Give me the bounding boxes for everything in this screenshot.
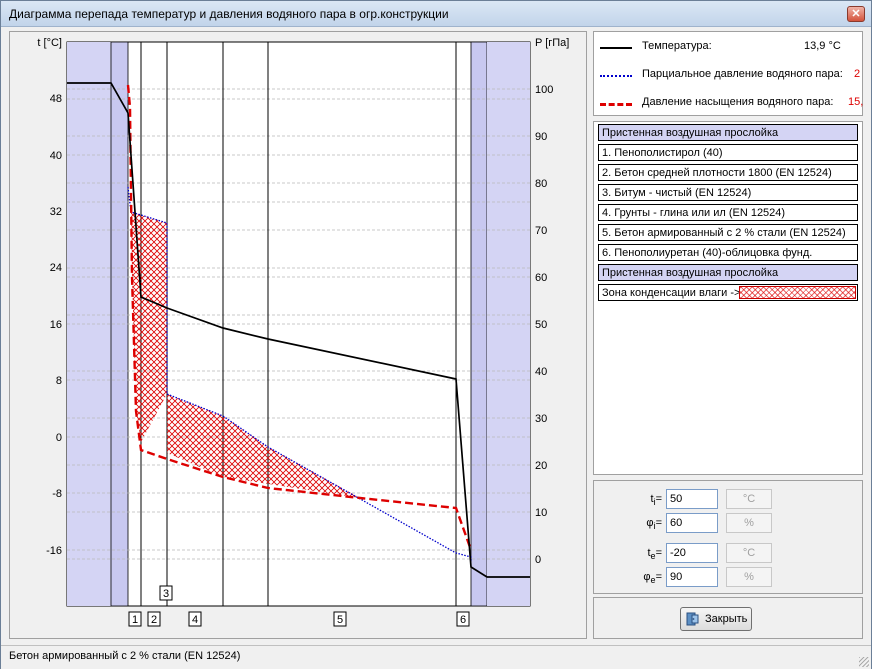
te-unit: °C — [726, 543, 772, 563]
layer-item-5[interactable]: 5. Бетон армированный с 2 % стали (EN 12… — [598, 224, 858, 241]
legend-partial-value: 2 — [854, 68, 861, 80]
right-panel: Температура: 13,9 °C Парциальное давлени… — [593, 31, 863, 639]
close-button-label: Закрыть — [705, 613, 748, 625]
layer-item-4[interactable]: 4. Грунты - глина или ил (EN 12524) — [598, 204, 858, 221]
left-tick: 8 — [56, 375, 62, 387]
ti-unit: °C — [726, 489, 772, 509]
right-tick: 60 — [535, 272, 547, 284]
layer-marker-5: 5 — [337, 614, 343, 626]
left-tick: 24 — [50, 262, 62, 274]
param-ti: ti= °C — [594, 489, 864, 511]
right-tick: 30 — [535, 413, 547, 425]
legend-saturation-label: Давление насыщения водяного пара: — [642, 96, 834, 108]
left-tick: -16 — [46, 545, 62, 557]
status-text: Бетон армированный с 2 % стали (EN 12524… — [9, 650, 241, 662]
layer-marker-4: 4 — [192, 614, 198, 626]
left-tick: -8 — [52, 488, 62, 500]
layer-item-air-inner[interactable]: Пристенная воздушная прослойка — [598, 124, 858, 141]
layer-item-1[interactable]: 1. Пенополистирол (40) — [598, 144, 858, 161]
condensation-swatch — [739, 286, 856, 299]
layer-item-air-outer[interactable]: Пристенная воздушная прослойка — [598, 264, 858, 281]
legend: Температура: 13,9 °C Парциальное давлени… — [593, 31, 863, 116]
window-title: Диаграмма перепада температур и давления… — [9, 7, 449, 21]
right-tick: 80 — [535, 178, 547, 190]
legend-temperature-value: 13,9 °C — [804, 40, 841, 52]
param-phii-label: φi= — [646, 517, 662, 532]
phie-input[interactable] — [666, 567, 718, 587]
layer-marker-3: 3 — [163, 588, 169, 600]
layer-marker-6: 6 — [460, 614, 466, 626]
phie-unit: % — [726, 567, 772, 587]
right-tick: 40 — [535, 366, 547, 378]
left-tick: 32 — [50, 206, 62, 218]
left-tick: 40 — [50, 150, 62, 162]
legend-partial-label: Парциальное давление водяного пара: — [642, 68, 843, 80]
close-area: Закрыть — [593, 597, 863, 639]
param-phie-label: φe= — [643, 571, 662, 586]
window-close-button[interactable]: ✕ — [847, 6, 865, 22]
close-button[interactable]: Закрыть — [680, 607, 752, 631]
layers-list: Пристенная воздушная прослойка 1. Пенопо… — [593, 121, 863, 475]
condensation-legend: Зона конденсации влаги -> — [598, 284, 858, 301]
parameters-panel: ti= °C φi= % te= °C φe= % — [593, 480, 863, 594]
exit-door-icon — [686, 612, 699, 626]
layer-item-6[interactable]: 6. Пенополиуретан (40)-облицовка фунд. — [598, 244, 858, 261]
legend-temperature-label: Температура: — [642, 40, 712, 52]
left-axis-label: t [°C] — [37, 37, 62, 49]
legend-partial: Парциальное давление водяного пара: 2 — [600, 68, 860, 84]
right-tick: 90 — [535, 131, 547, 143]
param-ti-label: ti= — [650, 493, 663, 508]
right-tick: 20 — [535, 460, 547, 472]
dialog-window: Диаграмма перепада температур и давления… — [0, 0, 872, 669]
phii-input[interactable] — [666, 513, 718, 533]
param-te-label: te= — [647, 547, 662, 562]
right-tick: 100 — [535, 84, 553, 96]
param-phii: φi= % — [594, 513, 864, 535]
temperature-pressure-chart: t [°C] 48 40 32 24 16 8 0 -8 -16 P [гПа]… — [37, 37, 569, 627]
layer-item-3[interactable]: 3. Битум - чистый (EN 12524) — [598, 184, 858, 201]
te-input[interactable] — [666, 543, 718, 563]
legend-saturation: Давление насыщения водяного пара: 15, — [600, 96, 864, 112]
phii-unit: % — [726, 513, 772, 533]
condensation-label: Зона конденсации влаги -> — [602, 287, 741, 299]
left-axis: t [°C] 48 40 32 24 16 8 0 -8 -16 — [37, 37, 62, 557]
legend-saturation-value: 15, — [848, 96, 864, 108]
resize-grip-icon[interactable] — [859, 657, 869, 667]
layer-marker-2: 2 — [151, 614, 157, 626]
chart-panel: t [°C] 48 40 32 24 16 8 0 -8 -16 P [гПа]… — [9, 31, 587, 639]
status-bar: Бетон армированный с 2 % стали (EN 12524… — [1, 645, 871, 669]
title-bar[interactable]: Диаграмма перепада температур и давления… — [1, 1, 871, 27]
param-phie: φe= % — [594, 567, 864, 589]
legend-temperature: Температура: 13,9 °C — [600, 40, 860, 56]
ti-input[interactable] — [666, 489, 718, 509]
left-tick: 48 — [50, 93, 62, 105]
right-tick: 70 — [535, 225, 547, 237]
param-te: te= °C — [594, 543, 864, 565]
right-tick: 0 — [535, 554, 541, 566]
right-tick: 10 — [535, 507, 547, 519]
left-tick: 0 — [56, 432, 62, 444]
left-tick: 16 — [50, 319, 62, 331]
right-tick: 50 — [535, 319, 547, 331]
right-axis: P [гПа] 100 90 80 70 60 50 40 30 20 10 0 — [535, 37, 569, 566]
layer-item-2[interactable]: 2. Бетон средней плотности 1800 (EN 1252… — [598, 164, 858, 181]
layer-marker-1: 1 — [132, 614, 138, 626]
right-axis-label: P [гПа] — [535, 37, 569, 49]
